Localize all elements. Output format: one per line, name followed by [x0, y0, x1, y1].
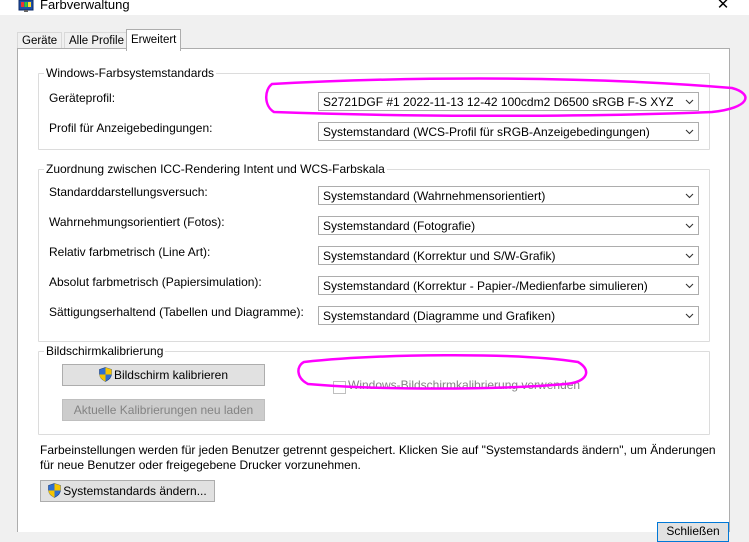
icc-intent-group: Zuordnung zwischen ICC-Rendering Intent …	[38, 162, 710, 342]
chevron-down-icon	[685, 253, 694, 259]
reload-calibrations-button[interactable]: Aktuelle Kalibrierungen neu laden	[62, 399, 265, 421]
intent-row-label: Sättigungserhaltend (Tabellen und Diagra…	[49, 305, 304, 319]
window-title: Farbverwaltung	[40, 0, 130, 12]
dropdown-value: Systemstandard (WCS-Profil für sRGB-Anze…	[323, 125, 650, 139]
saturation-intent-dropdown[interactable]: Systemstandard (Diagramme und Grafiken)	[318, 306, 699, 325]
chevron-down-icon	[685, 283, 694, 289]
dropdown-value: Systemstandard (Korrektur und S/W-Grafik…	[323, 249, 556, 263]
relative-colorimetric-dropdown[interactable]: Systemstandard (Korrektur und S/W-Grafik…	[318, 246, 699, 265]
tab-advanced[interactable]: Erweitert	[126, 29, 182, 51]
dropdown-value: Systemstandard (Diagramme und Grafiken)	[323, 309, 556, 323]
chevron-down-icon	[685, 313, 694, 319]
close-button[interactable]: Schließen	[657, 522, 729, 542]
use-windows-calibration-label: Windows-Bildschirmkalibrierung verwenden	[348, 378, 581, 392]
change-defaults-label: Systemstandards ändern...	[63, 484, 207, 498]
use-windows-calibration-checkbox[interactable]	[333, 381, 346, 394]
change-system-defaults-button[interactable]: Systemstandards ändern...	[40, 480, 215, 502]
chevron-down-icon	[685, 129, 694, 135]
chevron-down-icon	[685, 99, 694, 105]
advanced-panel: Windows-Farbsystemstandards Geräteprofil…	[17, 48, 730, 532]
uac-shield-icon	[48, 483, 62, 498]
viewing-conditions-dropdown[interactable]: Systemstandard (WCS-Profil für sRGB-Anze…	[318, 122, 699, 141]
color-management-app-icon	[18, 0, 34, 12]
group-title: Zuordnung zwischen ICC-Rendering Intent …	[44, 162, 387, 176]
device-profile-label: Geräteprofil:	[49, 91, 116, 105]
intent-row-label: Relativ farbmetrisch (Line Art):	[49, 245, 211, 259]
display-calibration-group: Bildschirmkalibrierung Bildschirm kalibr…	[38, 344, 710, 435]
info-text: Farbeinstellungen werden für jeden Benut…	[40, 443, 716, 472]
close-icon[interactable]: ✕	[713, 0, 733, 14]
intent-row-label: Standarddarstellungsversuch:	[49, 185, 208, 199]
uac-shield-icon	[99, 367, 112, 382]
dropdown-value: Systemstandard (Fotografie)	[323, 219, 476, 233]
dropdown-value: S2721DGF #1 2022-11-13 12-42 100cdm2 D65…	[323, 95, 673, 109]
group-title: Bildschirmkalibrierung	[44, 344, 166, 358]
intent-row-label: Wahrnehmungsorientiert (Fotos):	[49, 215, 225, 229]
absolute-colorimetric-dropdown[interactable]: Systemstandard (Korrektur - Papier-/Medi…	[318, 276, 699, 295]
chevron-down-icon	[685, 223, 694, 229]
intent-row-label: Absolut farbmetrisch (Papiersimulation):	[49, 275, 262, 289]
dropdown-value: Systemstandard (Wahrnehmensorientiert)	[323, 189, 546, 203]
chevron-down-icon	[685, 193, 694, 199]
wcs-defaults-group: Windows-Farbsystemstandards Geräteprofil…	[38, 66, 710, 150]
dropdown-value: Systemstandard (Korrektur - Papier-/Medi…	[323, 279, 648, 293]
calibrate-display-button[interactable]: Bildschirm kalibrieren	[62, 364, 265, 386]
default-intent-dropdown[interactable]: Systemstandard (Wahrnehmensorientiert)	[318, 186, 699, 205]
title-bar: Farbverwaltung ✕	[0, 0, 749, 15]
device-profile-dropdown[interactable]: S2721DGF #1 2022-11-13 12-42 100cdm2 D65…	[318, 92, 699, 111]
perceptual-intent-dropdown[interactable]: Systemstandard (Fotografie)	[318, 216, 699, 235]
calibrate-button-label: Bildschirm kalibrieren	[113, 368, 229, 382]
group-title: Windows-Farbsystemstandards	[44, 66, 217, 80]
viewing-conditions-label: Profil für Anzeigebedingungen:	[49, 121, 213, 135]
